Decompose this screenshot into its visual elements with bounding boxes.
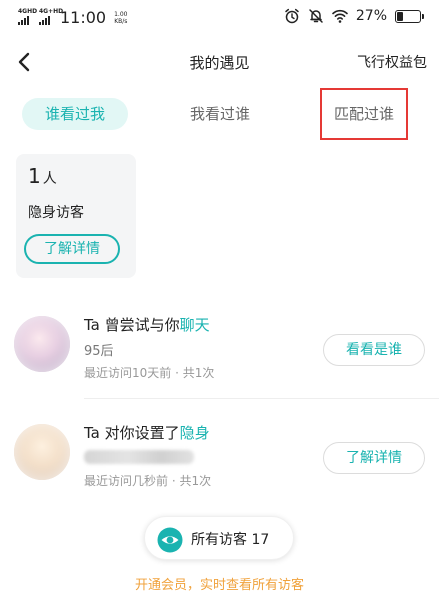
vip-promo-link[interactable]: 开通会员，实时查看所有访客 xyxy=(0,574,439,593)
visitor-last-visit: 最近访问10天前 · 共1次 xyxy=(84,366,215,380)
anonymous-visitor-card: 1 人 隐身访客 了解详情 xyxy=(16,154,136,278)
blurred-subtitle xyxy=(84,450,194,464)
anon-label: 隐身访客 xyxy=(28,205,84,221)
tab-bar: 谁看过我 我看过谁 匹配过谁 xyxy=(0,92,439,136)
alarm-icon xyxy=(285,8,299,24)
wifi-icon xyxy=(332,9,348,23)
status-bar: 4GHD 4G+HD 11:00 1.00 KB/s 27% xyxy=(0,0,439,34)
tab-who-viewed-me[interactable]: 谁看过我 xyxy=(22,98,128,130)
all-visitors-label: 所有访客 17 xyxy=(191,532,270,548)
visitor-title: Ta 对你设置了隐身 xyxy=(84,424,210,442)
visitor-title-highlight: 聊天 xyxy=(179,316,210,334)
tab-who-i-viewed[interactable]: 我看过谁 xyxy=(170,98,270,130)
see-who-button[interactable]: 看看是谁 xyxy=(323,334,425,366)
mute-bell-icon xyxy=(309,9,323,23)
learn-more-button[interactable]: 了解详情 xyxy=(323,442,425,474)
visitor-title: Ta 曾尝试与你聊天 xyxy=(84,316,210,334)
visitor-last-visit: 最近访问几秒前 · 共1次 xyxy=(84,474,212,488)
list-item[interactable]: Ta 对你设置了隐身 最近访问几秒前 · 共1次 了解详情 xyxy=(0,410,439,506)
signal-2-icon: 4G+HD xyxy=(39,8,63,25)
list-item[interactable]: Ta 曾尝试与你聊天 95后 最近访问10天前 · 共1次 看看是谁 xyxy=(0,302,439,398)
header: 我的遇见 飞行权益包 xyxy=(0,40,439,84)
tab-who-matched[interactable]: 匹配过谁 xyxy=(320,98,408,130)
divider xyxy=(84,398,439,399)
anon-count: 1 人 xyxy=(28,164,57,188)
anon-learn-more-button[interactable]: 了解详情 xyxy=(24,234,120,264)
battery-fill xyxy=(397,11,403,21)
avatar[interactable] xyxy=(14,424,70,480)
anon-count-number: 1 xyxy=(28,164,41,188)
all-visitors-button[interactable]: 所有访客 17 xyxy=(144,516,294,560)
visitor-subtitle: 95后 xyxy=(84,344,114,359)
visitor-title-highlight: 隐身 xyxy=(179,424,210,442)
battery-percent: 27% xyxy=(355,8,387,24)
signal-1-icon: 4GHD xyxy=(18,8,37,25)
clock-time: 11:00 xyxy=(60,8,107,27)
avatar[interactable] xyxy=(14,316,70,372)
anon-count-unit: 人 xyxy=(42,171,57,187)
battery-icon xyxy=(395,9,424,23)
flight-benefits-link[interactable]: 飞行权益包 xyxy=(357,52,427,72)
network-speed: 1.00 KB/s xyxy=(114,10,128,25)
status-right: 27% xyxy=(284,8,424,24)
eye-icon xyxy=(157,527,183,553)
status-left: 4GHD 4G+HD 11:00 1.00 KB/s xyxy=(18,8,127,27)
